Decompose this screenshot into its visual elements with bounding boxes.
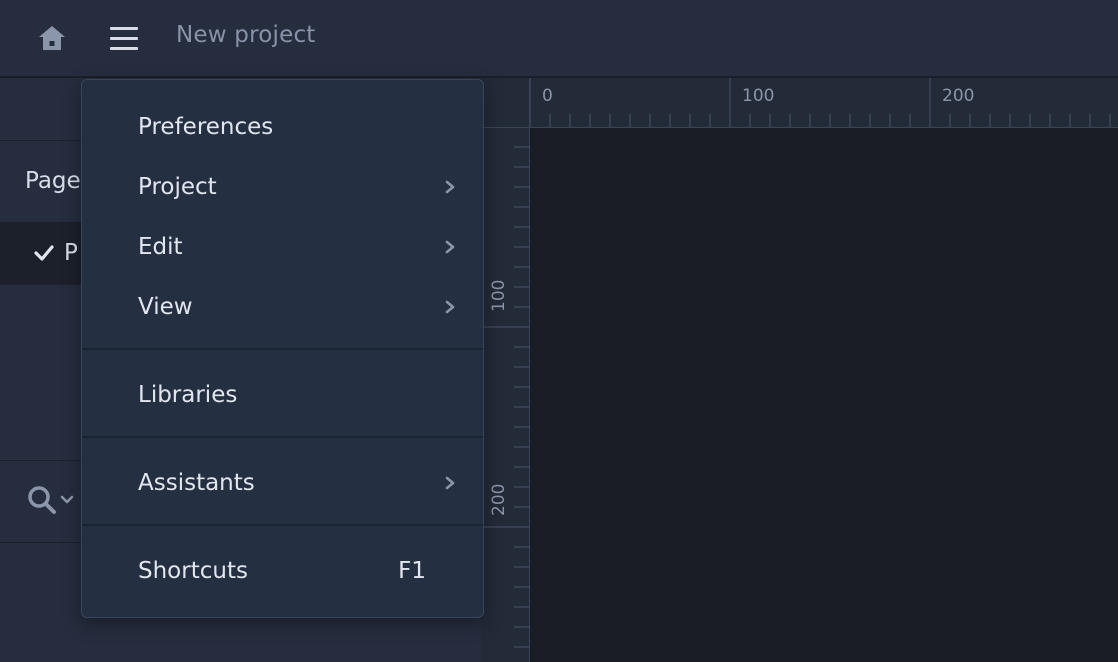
chevron-right-icon <box>445 300 455 314</box>
chevron-right-icon <box>445 240 455 254</box>
menu-item-preferences[interactable]: Preferences <box>82 97 483 157</box>
main-menu-dropdown: Preferences Project Edit View Libraries … <box>81 79 484 618</box>
menu-separator <box>82 436 483 438</box>
menu-separator <box>82 348 483 350</box>
menu-item-label: View <box>138 294 193 320</box>
ruler-tick-label: 200 <box>489 483 509 516</box>
design-canvas[interactable] <box>530 128 1118 662</box>
menu-item-edit[interactable]: Edit <box>82 217 483 277</box>
menu-item-label: Shortcuts <box>138 558 248 584</box>
ruler-tick-label: 100 <box>742 86 775 106</box>
horizontal-ruler-ticks <box>529 78 1111 127</box>
chevron-down-icon <box>60 495 74 504</box>
project-title[interactable]: New project <box>176 22 316 48</box>
menu-item-libraries[interactable]: Libraries <box>82 365 483 425</box>
menu-item-label: Assistants <box>138 470 255 496</box>
ruler-tick-label: 200 <box>942 86 975 106</box>
menu-item-view[interactable]: View <box>82 277 483 337</box>
app-window: New project Page P 0 100 200 100 200 Pre… <box>0 0 1118 662</box>
menu-item-label: Preferences <box>138 114 274 140</box>
top-bar: New project <box>0 0 1118 77</box>
checkmark-icon <box>34 245 54 261</box>
vertical-ruler: 100 200 <box>481 128 530 662</box>
home-button[interactable] <box>33 18 71 58</box>
menu-item-assistants[interactable]: Assistants <box>82 453 483 513</box>
ruler-corner <box>481 78 530 128</box>
menu-item-shortcuts[interactable]: Shortcuts F1 <box>82 541 483 601</box>
page-list-item-label: P <box>64 240 78 266</box>
home-icon <box>39 26 65 50</box>
chevron-right-icon <box>445 180 455 194</box>
search-icon <box>28 486 56 514</box>
menu-item-label: Libraries <box>138 382 238 408</box>
main-menu-button[interactable] <box>104 18 144 58</box>
menu-item-shortcut: F1 <box>398 558 426 584</box>
menu-separator <box>82 524 483 526</box>
ruler-tick-label: 0 <box>542 86 553 106</box>
pages-section-title: Page <box>25 168 81 194</box>
menu-item-label: Edit <box>138 234 183 260</box>
search-filter-button[interactable] <box>27 485 74 515</box>
horizontal-ruler: 0 100 200 <box>481 78 1118 128</box>
menu-item-project[interactable]: Project <box>82 157 483 217</box>
menu-item-label: Project <box>138 174 217 200</box>
chevron-right-icon <box>445 476 455 490</box>
ruler-tick-label: 100 <box>489 279 509 312</box>
vertical-ruler-ticks <box>481 146 529 648</box>
hamburger-icon <box>110 27 138 50</box>
